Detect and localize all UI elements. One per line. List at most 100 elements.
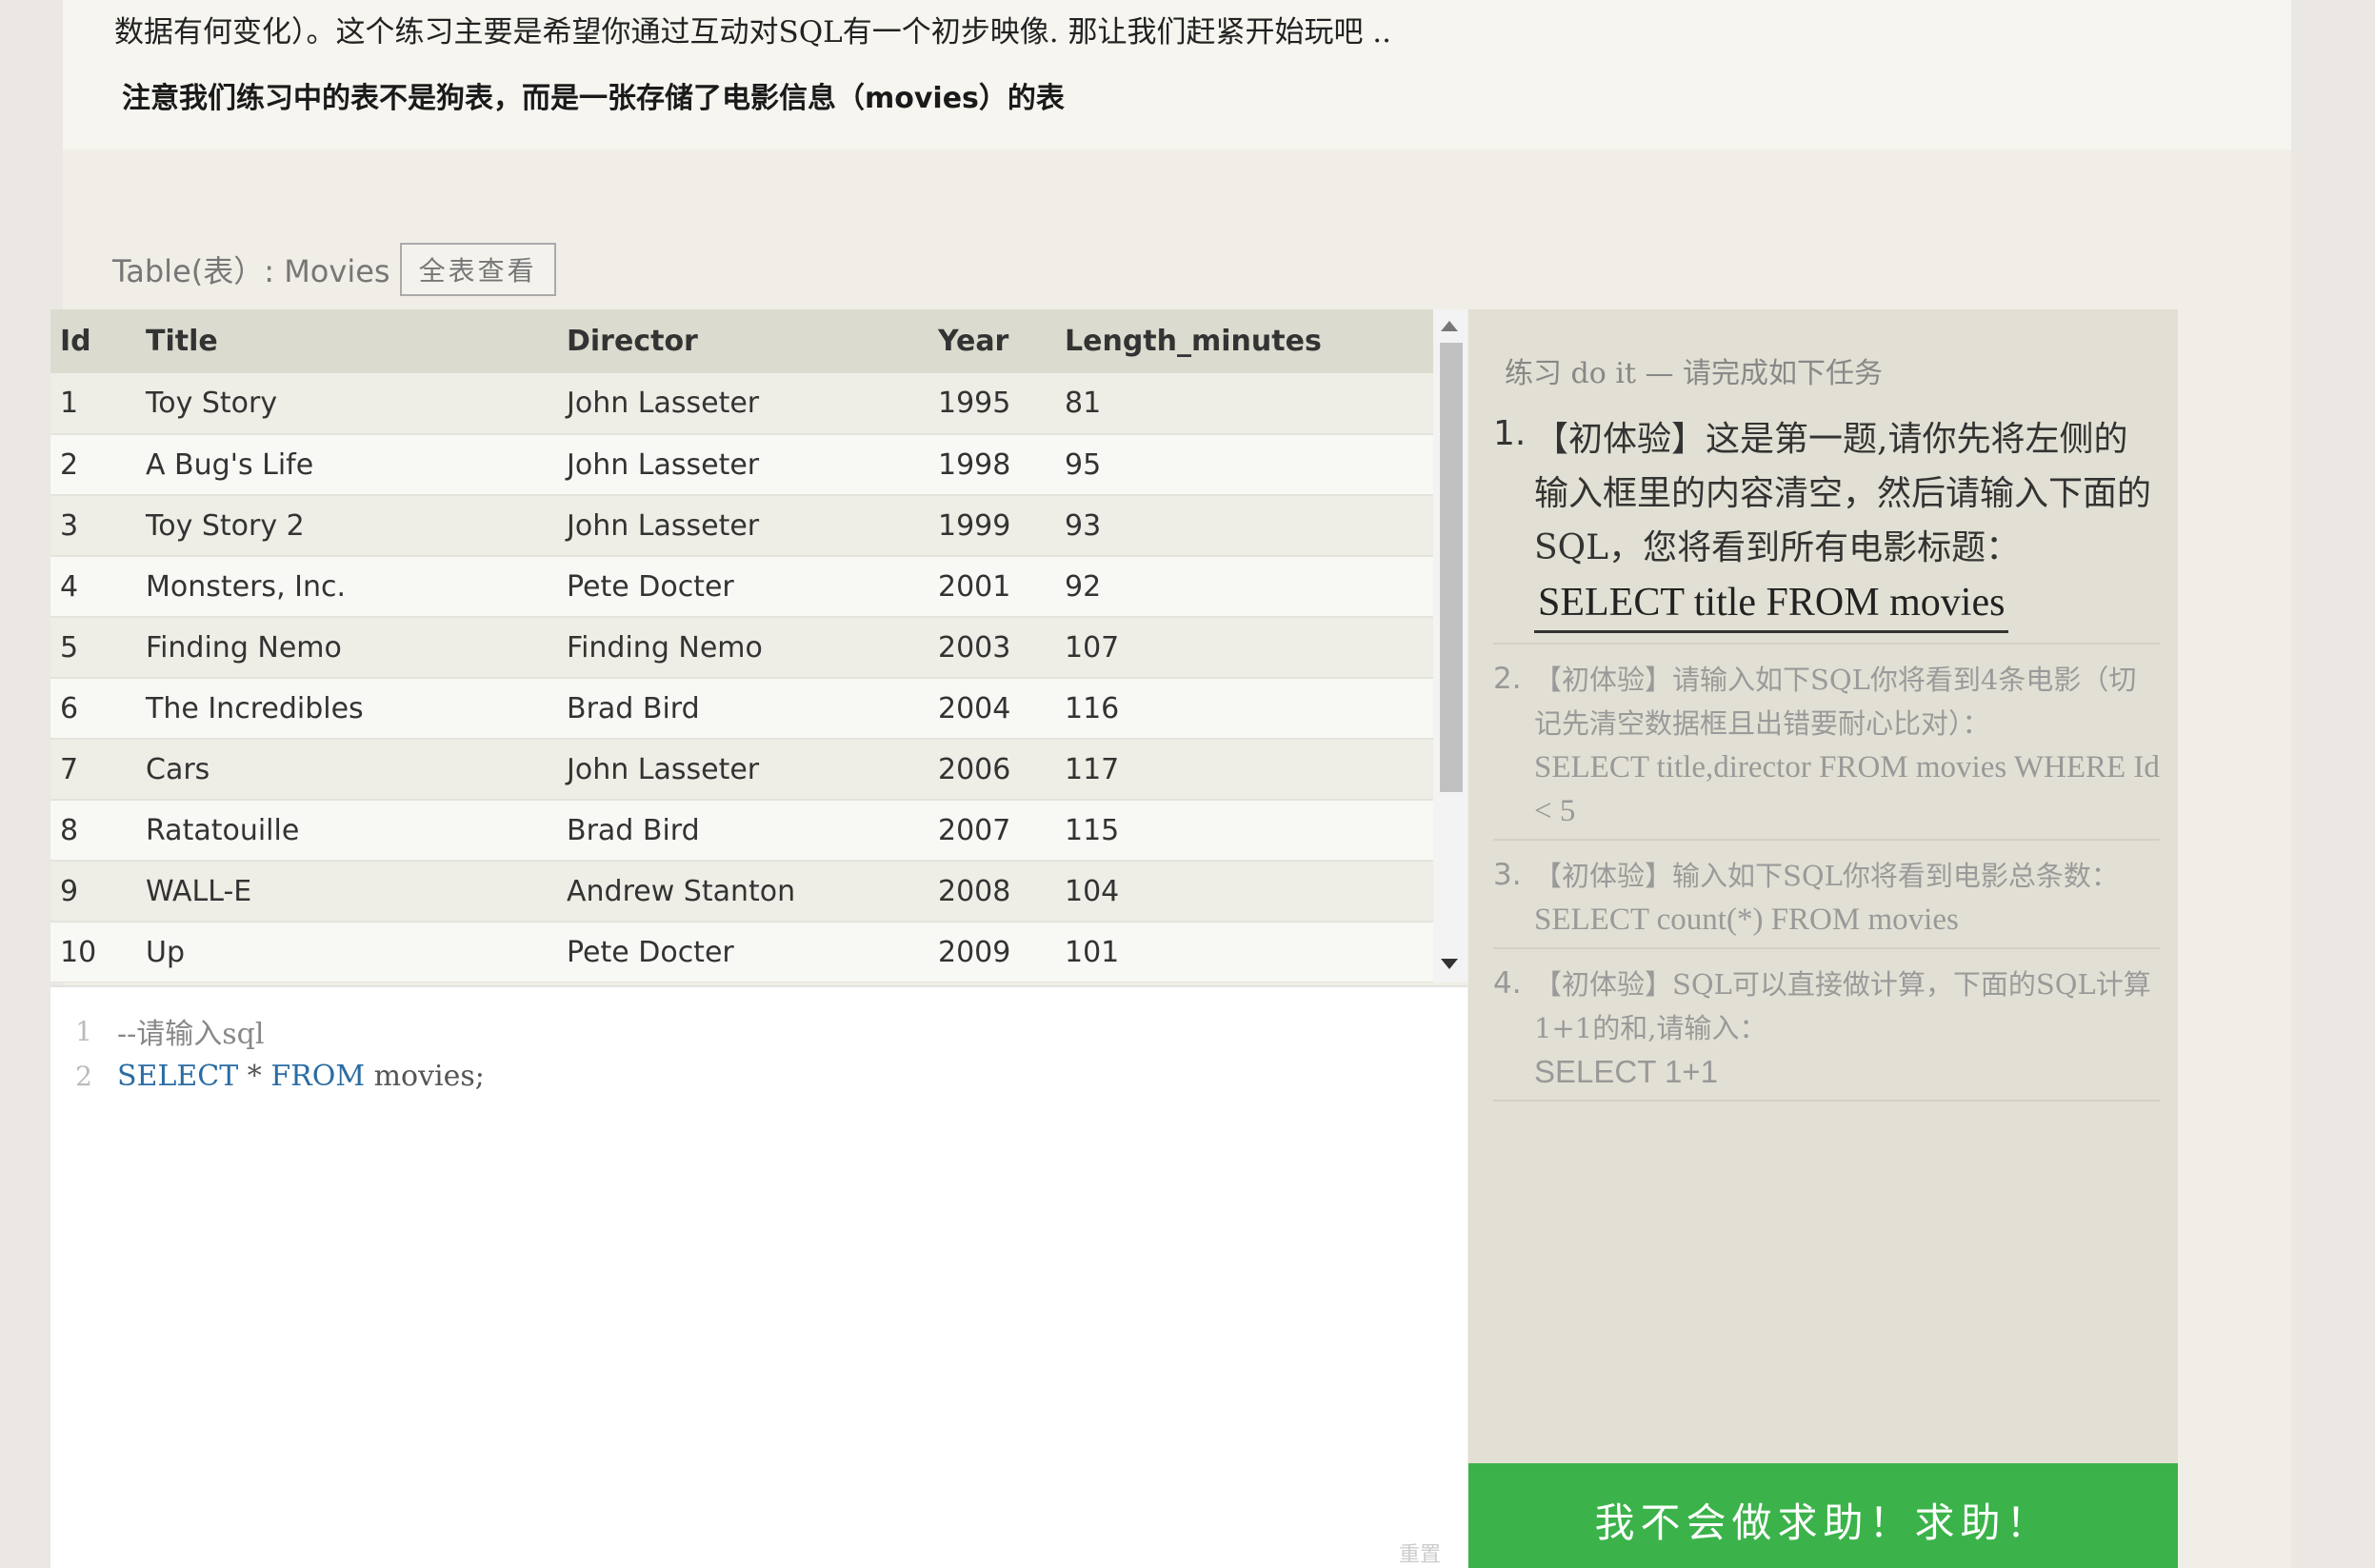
- column-header-id: Id: [50, 309, 136, 373]
- cell-title: Ratatouille: [136, 800, 557, 862]
- scroll-up-arrow-icon[interactable]: [1441, 321, 1458, 331]
- task-sql: SELECT title FROM movies: [1534, 575, 2009, 633]
- intro-note: 注意我们练习中的表不是狗表，而是一张存储了电影信息（movies）的表: [122, 74, 1065, 116]
- cell-director: John Lasseter: [557, 739, 928, 801]
- cell-length: 116: [1055, 678, 1433, 740]
- line-number: 1: [75, 1015, 92, 1047]
- movies-table-container[interactable]: Id Title Director Year Length_minutes 1 …: [50, 309, 1467, 982]
- cell-year: 2006: [928, 739, 1055, 801]
- intro-note-pre: 注意我们练习中的表不是狗表，而是一张存储了电影信息（: [122, 82, 865, 115]
- cell-length: 107: [1055, 617, 1433, 679]
- cell-director: Pete Docter: [557, 922, 928, 982]
- task-item-4[interactable]: 4. 【初体验】SQL可以直接做计算，下面的SQL计算1+1的和,请输入： SE…: [1493, 963, 2160, 1102]
- task-body: 【初体验】输入如下SQL你将看到电影总条数： SELECT count(*) F…: [1534, 854, 2160, 947]
- cell-year: 2001: [928, 556, 1055, 618]
- code-keyword-from: FROM: [270, 1059, 366, 1093]
- task-body: 【初体验】请输入如下SQL你将看到4条电影（切记先清空数据框且出错要耐心比对）：…: [1534, 658, 2160, 839]
- cell-length: 92: [1055, 556, 1433, 618]
- code-keyword-select: SELECT: [117, 1059, 239, 1093]
- cell-length: 81: [1055, 373, 1433, 435]
- task-sql: SELECT title,director FROM movies WHERE …: [1534, 750, 2160, 828]
- intro-section: 数据有何变化）。这个练习主要是希望你通过互动对SQL有一个初步映像. 那让我们赶…: [63, 0, 2291, 149]
- scroll-thumb[interactable]: [1440, 343, 1463, 792]
- intro-text: 数据有何变化）。这个练习主要是希望你通过互动对SQL有一个初步映像. 那让我们赶…: [114, 15, 1392, 50]
- cell-id: 1: [50, 373, 136, 435]
- cell-director: John Lasseter: [557, 434, 928, 496]
- table-header-row: Id Title Director Year Length_minutes: [50, 309, 1433, 373]
- table-row: 5 Finding Nemo Finding Nemo 2003 107: [50, 617, 1433, 679]
- table-row: 2 A Bug's Life John Lasseter 1998 95: [50, 434, 1433, 496]
- sql-editor[interactable]: 1 --请输入sql 2 SELECT * FROM movies; 重置: [50, 985, 1467, 1568]
- cell-year: 1999: [928, 495, 1055, 557]
- table-row: 10 Up Pete Docter 2009 101: [50, 922, 1433, 982]
- column-header-title: Title: [136, 309, 557, 373]
- cell-year: 1995: [928, 373, 1055, 435]
- scroll-down-arrow-icon[interactable]: [1441, 959, 1458, 969]
- cell-year: 2008: [928, 861, 1055, 923]
- code-comment: --请输入sql: [117, 1018, 265, 1051]
- cell-title: Toy Story: [136, 373, 557, 435]
- task-number: 3.: [1493, 858, 1522, 892]
- reset-link[interactable]: 重置: [1399, 1538, 1441, 1568]
- task-number: 4.: [1493, 966, 1522, 1001]
- code-table-name: movies;: [365, 1059, 485, 1093]
- cell-title: The Incredibles: [136, 678, 557, 740]
- task-header: 练习 do it — 请完成如下任务: [1505, 357, 1884, 390]
- cell-id: 7: [50, 739, 136, 801]
- table-row: 9 WALL-E Andrew Stanton 2008 104: [50, 861, 1433, 923]
- cell-title: WALL-E: [136, 861, 557, 923]
- cell-id: 10: [50, 922, 136, 982]
- cell-length: 115: [1055, 800, 1433, 862]
- table-row: 6 The Incredibles Brad Bird 2004 116: [50, 678, 1433, 740]
- cell-id: 6: [50, 678, 136, 740]
- column-header-length: Length_minutes: [1055, 309, 1433, 373]
- code-line-1: 1 --请输入sql: [50, 1008, 264, 1054]
- task-text: 【初体验】请输入如下SQL你将看到4条电影（切记先清空数据框且出错要耐心比对）：: [1534, 664, 2137, 740]
- task-sql: SELECT 1+1: [1534, 1054, 1718, 1089]
- task-body: 【初体验】SQL可以直接做计算，下面的SQL计算1+1的和,请输入： SELEC…: [1534, 963, 2160, 1100]
- task-item-3[interactable]: 3. 【初体验】输入如下SQL你将看到电影总条数： SELECT count(*…: [1493, 854, 2160, 949]
- cell-id: 4: [50, 556, 136, 618]
- cell-id: 5: [50, 617, 136, 679]
- cell-year: 2009: [928, 922, 1055, 982]
- view-all-button[interactable]: 全表查看: [399, 243, 556, 296]
- column-header-year: Year: [928, 309, 1055, 373]
- cell-director: Pete Docter: [557, 556, 928, 618]
- table-caption: Table(表）: Movies 全表查看: [112, 243, 556, 296]
- cell-id: 8: [50, 800, 136, 862]
- cell-length: 95: [1055, 434, 1433, 496]
- cell-title: Toy Story 2: [136, 495, 557, 557]
- task-item-2[interactable]: 2. 【初体验】请输入如下SQL你将看到4条电影（切记先清空数据框且出错要耐心比…: [1493, 658, 2160, 841]
- cell-length: 117: [1055, 739, 1433, 801]
- task-text: 【初体验】SQL可以直接做计算，下面的SQL计算1+1的和,请输入：: [1534, 968, 2151, 1044]
- code-line-2: 2 SELECT * FROM movies;: [50, 1053, 485, 1099]
- cell-year: 2004: [928, 678, 1055, 740]
- cell-title: Up: [136, 922, 557, 982]
- table-row: 8 Ratatouille Brad Bird 2007 115: [50, 800, 1433, 862]
- table-row: 7 Cars John Lasseter 2006 117: [50, 739, 1433, 801]
- task-sql: SELECT count(*) FROM movies: [1534, 903, 1959, 937]
- task-item-1[interactable]: 1. 【初体验】这是第一题,请你先将左侧的输入框里的内容清空，然后请输入下面的S…: [1493, 412, 2160, 645]
- cell-year: 1998: [928, 434, 1055, 496]
- cell-length: 93: [1055, 495, 1433, 557]
- cell-director: Brad Bird: [557, 800, 928, 862]
- help-button[interactable]: 我不会做求助！求助！: [1468, 1463, 2178, 1568]
- cell-director: Andrew Stanton: [557, 861, 928, 923]
- task-number: 1.: [1493, 414, 1527, 453]
- task-body: 【初体验】这是第一题,请你先将左侧的输入框里的内容清空，然后请输入下面的SQL，…: [1534, 412, 2160, 643]
- cell-id: 3: [50, 495, 136, 557]
- intro-note-bold: movies: [865, 82, 979, 115]
- table-row: 3 Toy Story 2 John Lasseter 1999 93: [50, 495, 1433, 557]
- task-number: 2.: [1493, 662, 1522, 696]
- cell-year: 2003: [928, 617, 1055, 679]
- table-row: 1 Toy Story John Lasseter 1995 81: [50, 373, 1433, 435]
- intro-note-post: ）的表: [978, 82, 1065, 115]
- cell-title: Monsters, Inc.: [136, 556, 557, 618]
- cell-length: 101: [1055, 922, 1433, 982]
- cell-length: 104: [1055, 861, 1433, 923]
- task-list: 1. 【初体验】这是第一题,请你先将左侧的输入框里的内容清空，然后请输入下面的S…: [1493, 412, 2160, 1115]
- table-name: Table(表）: Movies: [112, 253, 390, 289]
- code-operator: *: [238, 1059, 271, 1093]
- table-scrollbar[interactable]: [1433, 309, 1467, 982]
- movies-table: Id Title Director Year Length_minutes 1 …: [50, 309, 1433, 982]
